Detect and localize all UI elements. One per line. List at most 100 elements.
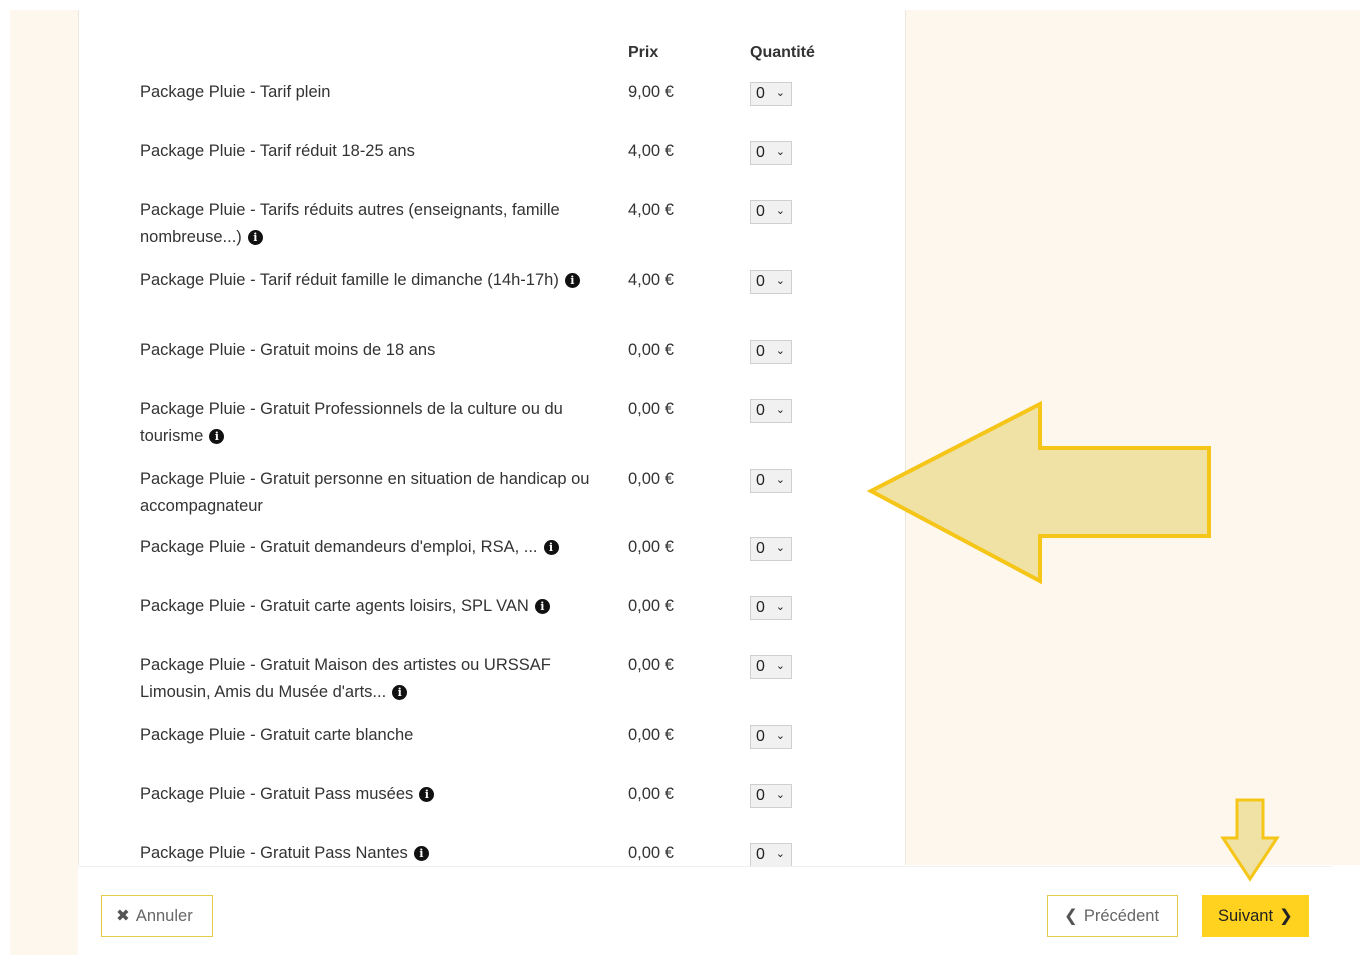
ticket-price: 0,00 € <box>628 538 674 556</box>
ticket-name: Package Pluie - Tarifs réduits autres (e… <box>140 197 605 251</box>
quantity-value: 0 <box>756 472 765 489</box>
quantity-select[interactable]: 0 ⌄ <box>750 141 792 165</box>
ticket-name-text: Package Pluie - Gratuit carte blanche <box>140 726 414 744</box>
quantity-value: 0 <box>756 658 765 675</box>
ticket-name-text: Package Pluie - Gratuit Professionnels d… <box>140 400 563 445</box>
chevron-down-icon: ⌄ <box>775 660 785 672</box>
ticket-price: 4,00 € <box>628 271 674 289</box>
quantity-select[interactable]: 0 ⌄ <box>750 537 792 561</box>
info-circle-icon[interactable]: i <box>413 846 429 861</box>
ticket-name: Package Pluie - Gratuit Maison des artis… <box>140 652 605 706</box>
quantity-select[interactable]: 0 ⌄ <box>750 270 792 294</box>
quantity-select[interactable]: 0 ⌄ <box>750 200 792 224</box>
info-circle-icon[interactable]: i <box>564 273 580 288</box>
ticket-name: Package Pluie - Gratuit carte blanche <box>140 722 605 749</box>
quantity-select[interactable]: 0 ⌄ <box>750 725 792 749</box>
next-label: Suivant <box>1218 907 1274 925</box>
footer-bar: ✖ Annuler ❮ Précédent Suivant ❯ <box>78 866 1332 956</box>
ticket-name: Package Pluie - Tarif réduit famille le … <box>140 267 605 294</box>
ticket-name-text: Package Pluie - Gratuit Maison des artis… <box>140 656 551 701</box>
quantity-value: 0 <box>756 144 765 161</box>
ticket-name-text: Package Pluie - Gratuit personne en situ… <box>140 470 590 515</box>
quantity-value: 0 <box>756 787 765 804</box>
ticket-price: 0,00 € <box>628 400 674 418</box>
quantity-select[interactable]: 0 ⌄ <box>750 82 792 106</box>
chevron-right-icon: ❯ <box>1279 907 1293 925</box>
quantity-value: 0 <box>756 846 765 863</box>
previous-button[interactable]: ❮ Précédent <box>1047 895 1178 937</box>
price-column-header: Prix <box>628 44 659 61</box>
quantity-value: 0 <box>756 728 765 745</box>
page-background-right <box>904 10 1360 865</box>
ticket-price: 4,00 € <box>628 142 674 160</box>
quantity-select[interactable]: 0 ⌄ <box>750 843 792 867</box>
info-circle-icon[interactable]: i <box>392 685 408 700</box>
quantity-value: 0 <box>756 343 765 360</box>
chevron-down-icon: ⌄ <box>775 474 785 486</box>
ticket-name: Package Pluie - Tarif plein <box>140 79 605 106</box>
cancel-label: Annuler <box>135 907 193 925</box>
ticket-table: Prix Quantité Package Pluie - Tarif plei… <box>78 10 906 867</box>
chevron-down-icon: ⌄ <box>775 404 785 416</box>
quantity-value: 0 <box>756 203 765 220</box>
ticket-price: 0,00 € <box>628 470 674 488</box>
info-circle-icon[interactable]: i <box>534 599 550 614</box>
chevron-down-icon: ⌄ <box>775 146 785 158</box>
quantity-select[interactable]: 0 ⌄ <box>750 469 792 493</box>
ticket-price: 0,00 € <box>628 726 674 744</box>
chevron-down-icon: ⌄ <box>775 730 785 742</box>
ticket-name-text: Package Pluie - Tarif plein <box>140 83 331 101</box>
info-circle-icon[interactable]: i <box>247 230 263 245</box>
ticket-price: 0,00 € <box>628 656 674 674</box>
ticket-name: Package Pluie - Gratuit personne en situ… <box>140 466 605 520</box>
quantity-select[interactable]: 0 ⌄ <box>750 784 792 808</box>
ticket-name: Package Pluie - Gratuit Pass Nantes i <box>140 840 605 867</box>
ticket-name: Package Pluie - Tarif réduit 18-25 ans <box>140 138 605 165</box>
ticket-price: 0,00 € <box>628 341 674 359</box>
ticket-price: 0,00 € <box>628 597 674 615</box>
chevron-down-icon: ⌄ <box>775 275 785 287</box>
chevron-down-icon: ⌄ <box>775 205 785 217</box>
ticket-name-text: Package Pluie - Tarif réduit 18-25 ans <box>140 142 415 160</box>
next-button[interactable]: Suivant ❯ <box>1202 895 1309 937</box>
quantity-value: 0 <box>756 402 765 419</box>
quantity-value: 0 <box>756 599 765 616</box>
ticket-name-text: Package Pluie - Tarif réduit famille le … <box>140 271 559 289</box>
ticket-name: Package Pluie - Gratuit carte agents loi… <box>140 593 605 620</box>
ticket-name: Package Pluie - Gratuit Professionnels d… <box>140 396 605 450</box>
ticket-name-text: Package Pluie - Gratuit moins de 18 ans <box>140 341 436 359</box>
quantity-select[interactable]: 0 ⌄ <box>750 655 792 679</box>
ticket-name-text: Package Pluie - Gratuit carte agents loi… <box>140 597 529 615</box>
ticket-name: Package Pluie - Gratuit demandeurs d'emp… <box>140 534 605 561</box>
ticket-price: 9,00 € <box>628 83 674 101</box>
ticket-price: 0,00 € <box>628 844 674 862</box>
quantity-value: 0 <box>756 85 765 102</box>
chevron-down-icon: ⌄ <box>775 87 785 99</box>
quantity-select[interactable]: 0 ⌄ <box>750 399 792 423</box>
quantity-value: 0 <box>756 273 765 290</box>
info-circle-icon[interactable]: i <box>209 429 225 444</box>
ticket-name-text: Package Pluie - Tarifs réduits autres (e… <box>140 201 560 246</box>
previous-label: Précédent <box>1083 907 1160 925</box>
chevron-down-icon: ⌄ <box>775 601 785 613</box>
ticket-name: Package Pluie - Gratuit Pass musées i <box>140 781 605 808</box>
ticket-name: Package Pluie - Gratuit moins de 18 ans <box>140 337 605 364</box>
ticket-name-text: Package Pluie - Gratuit Pass musées <box>140 785 414 803</box>
ticket-name-text: Package Pluie - Gratuit Pass Nantes <box>140 844 408 862</box>
page-background-left <box>10 10 78 955</box>
info-circle-icon[interactable]: i <box>419 787 435 802</box>
quantity-select[interactable]: 0 ⌄ <box>750 596 792 620</box>
cancel-button[interactable]: ✖ Annuler <box>101 895 213 937</box>
chevron-down-icon: ⌄ <box>775 345 785 357</box>
ticket-name-text: Package Pluie - Gratuit demandeurs d'emp… <box>140 538 538 556</box>
chevron-down-icon: ⌄ <box>775 848 785 860</box>
quantity-select[interactable]: 0 ⌄ <box>750 340 792 364</box>
chevron-down-icon: ⌄ <box>775 542 785 554</box>
info-circle-icon[interactable]: i <box>543 540 559 555</box>
chevron-left-icon: ❮ <box>1064 907 1078 925</box>
times-icon: ✖ <box>116 907 130 925</box>
quantity-column-header: Quantité <box>750 44 815 61</box>
ticket-price: 4,00 € <box>628 201 674 219</box>
chevron-down-icon: ⌄ <box>775 789 785 801</box>
ticket-price: 0,00 € <box>628 785 674 803</box>
